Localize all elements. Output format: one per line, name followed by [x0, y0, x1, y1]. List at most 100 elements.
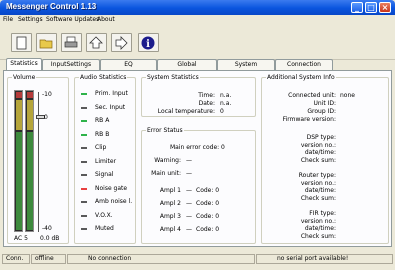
- time-value: n.a.: [220, 92, 232, 99]
- audio-stat-label: Signal: [95, 171, 114, 178]
- channel-label: AC 5: [14, 235, 28, 242]
- error-status-group: Error Status Main error code: 0 Warning:…: [141, 127, 256, 244]
- volume-group: Volume -10 0 -40 AC 5 0.0 dB: [7, 74, 69, 244]
- status-led-icon: [81, 106, 87, 109]
- system-statistics-title: System Statistics: [146, 74, 200, 81]
- fir-info-label: version no.:: [300, 217, 336, 225]
- status-led-icon: [81, 228, 87, 230]
- audio-stat-label: V.O.X.: [95, 211, 113, 219]
- audio-stat-label: Limiter: [95, 157, 117, 165]
- dsp-info-label: DSP type:: [306, 134, 336, 141]
- menu-software-updates[interactable]: Software Updates: [46, 16, 99, 23]
- time-label: Time:: [198, 92, 215, 99]
- temperature-label: Local temperature:: [157, 108, 215, 115]
- ampl-dash: —: [186, 200, 192, 207]
- system-statistics-group: System Statistics Time: n.a. Date: n.a. …: [141, 74, 256, 117]
- main-unit-value: —: [186, 170, 192, 177]
- ampl-dash: —: [186, 187, 192, 194]
- minimize-button[interactable]: _: [351, 2, 363, 13]
- scale-top-label: -10: [42, 91, 52, 98]
- main-unit-label: Main unit:: [151, 170, 181, 177]
- audio-statistics-title: Audio Statistics: [79, 74, 128, 81]
- statistics-panel: Volume -10 0 -40 AC 5 0.0 dB Audio Stati…: [3, 70, 392, 247]
- router-info-label: Check sum:: [300, 194, 336, 202]
- tab-system[interactable]: System: [217, 59, 275, 70]
- dsp-info-label: version no.:: [300, 141, 336, 149]
- volume-scale-line: [38, 92, 39, 232]
- status-serial: no serial port available!: [256, 254, 393, 264]
- unit-id-label: Unit ID:: [313, 100, 336, 107]
- audio-stat-label: Amb noise l.: [95, 198, 133, 205]
- upload-icon: [89, 36, 103, 49]
- meter-seg: [16, 132, 22, 230]
- toolbar: i: [0, 25, 395, 60]
- info-icon: i: [141, 36, 155, 50]
- meter-seg: [27, 92, 33, 98]
- upload-button[interactable]: [86, 33, 107, 52]
- tab-eq[interactable]: EQ: [100, 59, 157, 70]
- tab-inputsettings[interactable]: InputSettings: [42, 59, 100, 70]
- tab-statistics[interactable]: Statistics: [6, 58, 42, 70]
- status-led-icon: [81, 133, 87, 136]
- scale-mid-label: 0: [44, 114, 48, 121]
- tab-strip: Statistics InputSettings EQ Global Syste…: [0, 58, 395, 70]
- new-document-icon: [16, 36, 27, 50]
- menu-file[interactable]: File: [3, 16, 13, 23]
- title-bar: Messenger Control 1.13 _ □ ×: [0, 0, 395, 15]
- date-label: Date:: [198, 100, 215, 107]
- tab-global[interactable]: Global: [157, 59, 217, 70]
- group-id-label: Group ID:: [307, 108, 336, 115]
- audio-stat-label: Prim. Input: [95, 90, 128, 97]
- router-info-label: version no.:: [300, 179, 336, 187]
- status-mode: offline: [31, 254, 66, 264]
- tab-connection[interactable]: Connection: [275, 59, 333, 70]
- download-icon: [115, 36, 128, 50]
- meter-seg: [27, 132, 33, 230]
- window-title: Messenger Control 1.13: [6, 2, 97, 11]
- info-button[interactable]: i: [138, 33, 159, 52]
- open-button[interactable]: [36, 33, 57, 52]
- connected-unit-value: none: [340, 92, 355, 99]
- new-button[interactable]: [11, 33, 32, 52]
- router-info-label: date/time:: [304, 187, 336, 194]
- print-icon: [64, 36, 78, 48]
- date-value: n.a.: [220, 100, 232, 107]
- fir-info-label: FIR type:: [309, 210, 336, 217]
- status-led-icon: [81, 160, 87, 163]
- maximize-button[interactable]: □: [365, 2, 377, 13]
- fir-info-label: Check sum:: [300, 232, 336, 240]
- temperature-value: 0: [220, 108, 224, 115]
- fir-info-label: date/time:: [304, 225, 336, 232]
- volume-meter-right: [25, 90, 34, 232]
- status-led-icon: [81, 147, 87, 149]
- audio-stat-label: Clip: [95, 144, 107, 151]
- status-bar: Conn. offline No connection no serial po…: [0, 252, 395, 265]
- ampl-label: Ampl 4: [159, 226, 181, 233]
- audio-stat-label: Noise gate: [95, 184, 128, 192]
- router-info-label: Router type:: [298, 172, 336, 179]
- status-led-icon: [81, 187, 87, 190]
- audio-stat-label: RB B: [95, 130, 110, 138]
- close-button[interactable]: ×: [379, 2, 391, 13]
- volume-title: Volume: [12, 74, 37, 81]
- status-conn: Conn.: [2, 254, 30, 264]
- status-led-icon: [81, 214, 87, 217]
- ampl-dash: —: [186, 213, 192, 220]
- status-led-icon: [81, 174, 87, 176]
- dsp-info-label: Check sum:: [300, 156, 336, 164]
- audio-statistics-group: Audio Statistics Prim. Input Sec. Input RB…: [74, 74, 136, 244]
- download-button[interactable]: [111, 33, 132, 52]
- additional-info-group: Additional System Info Connected unit: n…: [261, 74, 389, 244]
- audio-stat-label: Muted: [95, 225, 114, 232]
- meter-seg: [27, 100, 33, 130]
- volume-meter-left: [14, 90, 23, 232]
- firmware-version-label: Firmware version:: [282, 116, 336, 123]
- menu-about[interactable]: About: [97, 16, 115, 23]
- main-error-code: Main error code: 0: [170, 144, 225, 151]
- connected-unit-label: Connected unit:: [288, 92, 336, 99]
- meter-seg: [16, 100, 22, 130]
- ampl-label: Ampl 3: [159, 213, 181, 220]
- ampl-dash: —: [186, 226, 192, 233]
- print-button[interactable]: [61, 33, 82, 52]
- menu-settings[interactable]: Settings: [18, 16, 43, 23]
